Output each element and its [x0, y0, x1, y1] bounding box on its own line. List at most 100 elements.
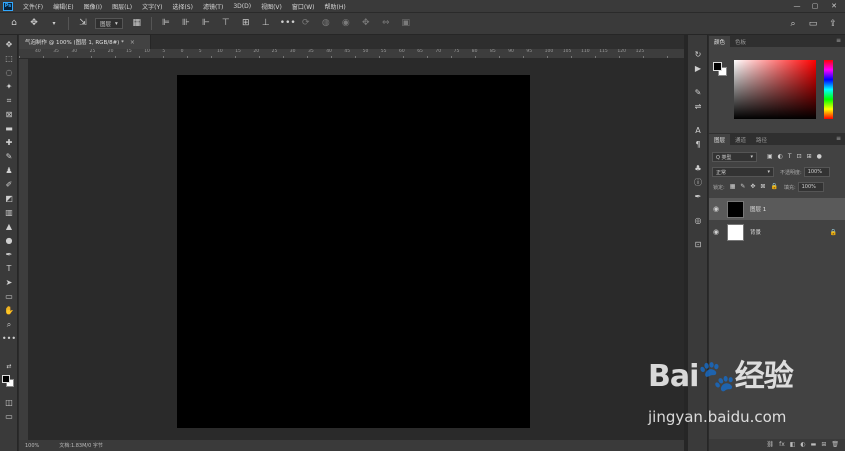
healing-brush-tool-icon[interactable]: ✚	[1, 137, 17, 149]
document-tab[interactable]: 气泡制作 @ 100% (图层 1, RGB/8#) * ×	[19, 35, 151, 49]
close-icon[interactable]: ×	[130, 39, 135, 46]
lock-position-icon[interactable]: ✥	[750, 184, 755, 190]
filter-shape-icon[interactable]: ⊡	[797, 154, 802, 160]
chevron-down-icon[interactable]: ▾	[48, 20, 60, 27]
tab-color[interactable]: 颜色	[709, 36, 731, 47]
hue-slider[interactable]	[824, 60, 833, 119]
zoom-level[interactable]: 100%	[25, 443, 39, 449]
share-icon[interactable]: ⇪	[827, 19, 839, 29]
blend-mode-dropdown[interactable]: 正常 ▾	[712, 167, 774, 177]
3d-roll-icon[interactable]: ◉	[340, 19, 352, 28]
ruler-horizontal[interactable]: 40 35 30 25 20 15 10 5 0 5 10 15 20 25 30 35 40 45 50 55 60 6…	[19, 49, 684, 59]
menu-view[interactable]: 视图(V)	[261, 2, 282, 11]
adjustments-icon[interactable]: ⇌	[690, 101, 706, 113]
menu-window[interactable]: 窗口(W)	[292, 2, 315, 11]
filter-toggle-icon[interactable]: ●	[817, 154, 822, 160]
navigator-icon[interactable]: ◎	[690, 215, 706, 227]
lock-all-icon[interactable]: 🔒	[770, 184, 777, 190]
type-tool-icon[interactable]: T	[1, 263, 17, 275]
filter-type-icon[interactable]: T	[788, 154, 792, 160]
menu-3d[interactable]: 3D(D)	[233, 3, 251, 10]
close-window-button[interactable]: ✕	[827, 0, 841, 12]
transform-controls-icon[interactable]: ▦	[131, 19, 143, 28]
layer-kind-filter[interactable]: Q 类型 ▾	[712, 152, 757, 162]
menu-select[interactable]: 选择(S)	[172, 2, 193, 11]
fill-field[interactable]: 100%	[797, 182, 824, 192]
blur-tool-icon[interactable]: ▲	[1, 221, 17, 233]
ruler-vertical[interactable]	[19, 59, 29, 440]
menu-edit[interactable]: 编辑(E)	[53, 2, 73, 11]
frame-tool-icon[interactable]: ⊠	[1, 109, 17, 121]
libraries-icon[interactable]: ♣	[690, 163, 706, 175]
clone-stamp-tool-icon[interactable]: ♟	[1, 165, 17, 177]
align-left-icon[interactable]: ⊫	[160, 19, 172, 28]
3d-orbit-icon[interactable]: ◍	[320, 19, 332, 28]
tab-swatches[interactable]: 色板	[730, 36, 751, 47]
eyedropper-tool-icon[interactable]: ▬	[1, 123, 17, 135]
lock-image-icon[interactable]: ✎	[740, 184, 745, 190]
adjustment-layer-icon[interactable]: ◐	[800, 442, 805, 448]
paths-icon[interactable]: ✒	[690, 191, 706, 203]
panel-menu-icon[interactable]: ≡	[836, 37, 841, 44]
menu-image[interactable]: 图像(I)	[84, 2, 102, 11]
add-mask-icon[interactable]: ◧	[790, 442, 796, 448]
foreground-color-swatch[interactable]	[2, 375, 10, 383]
filter-adjustment-icon[interactable]: ◐	[778, 154, 783, 160]
gradient-tool-icon[interactable]: ▥	[1, 207, 17, 219]
tab-channels[interactable]: 通道	[730, 134, 751, 145]
link-layers-icon[interactable]: ⛓	[766, 442, 774, 448]
eye-icon[interactable]: ◉	[709, 228, 723, 236]
swap-colors-icon[interactable]: ⇄	[1, 361, 17, 373]
color-field[interactable]	[734, 60, 816, 119]
brush-settings-icon[interactable]: ✎	[690, 87, 706, 99]
3d-slide-icon[interactable]: ⇔	[380, 19, 392, 28]
actions-play-icon[interactable]: ▶	[690, 63, 706, 75]
quick-mask-icon[interactable]: ◫	[1, 397, 17, 409]
align-center-icon[interactable]: ⊪	[180, 19, 192, 28]
eye-icon[interactable]: ◉	[709, 205, 723, 213]
properties-icon[interactable]: ⊡	[690, 239, 706, 251]
crop-tool-icon[interactable]: ⌗	[1, 95, 17, 107]
3d-mode-icon[interactable]: ⟳	[300, 19, 312, 28]
character-icon[interactable]: A	[690, 125, 706, 137]
history-icon[interactable]: ↻	[690, 49, 706, 61]
more-options-icon[interactable]: •••	[280, 19, 296, 28]
menu-help[interactable]: 帮助(H)	[325, 2, 346, 11]
paragraph-icon[interactable]: ¶	[690, 139, 706, 151]
dodge-tool-icon[interactable]: ●	[1, 235, 17, 247]
3d-scale-icon[interactable]: ▣	[400, 19, 412, 28]
align-right-icon[interactable]: ⊩	[200, 19, 212, 28]
align-top-icon[interactable]: ⊤	[220, 19, 232, 28]
layer-row[interactable]: ◉ 图层 1	[709, 198, 845, 220]
pen-tool-icon[interactable]: ✒	[1, 249, 17, 261]
menu-filter[interactable]: 滤镜(T)	[203, 2, 223, 11]
hand-tool-icon[interactable]: ✋	[1, 305, 17, 317]
filter-pixel-icon[interactable]: ▣	[767, 154, 773, 160]
layer-row[interactable]: ◉ 背景 🔒	[709, 221, 845, 243]
magic-wand-tool-icon[interactable]: ✦	[1, 81, 17, 93]
layer-name[interactable]: 背景	[750, 228, 761, 236]
align-bottom-icon[interactable]: ⊥	[260, 19, 272, 28]
filter-smart-object-icon[interactable]: ⊞	[807, 154, 812, 160]
info-icon[interactable]: ⓘ	[690, 177, 706, 189]
screen-mode-icon[interactable]: ▭	[1, 411, 17, 423]
canvas-workspace[interactable]	[29, 59, 684, 440]
rectangle-tool-icon[interactable]: ▭	[1, 291, 17, 303]
trash-icon[interactable]: 🗑	[831, 442, 839, 448]
path-selection-tool-icon[interactable]: ➤	[1, 277, 17, 289]
document-info[interactable]: 文档:1.83M/0 字节	[59, 442, 103, 449]
lasso-tool-icon[interactable]: ◌	[1, 67, 17, 79]
lock-transparent-icon[interactable]: ▦	[730, 184, 736, 190]
home-icon[interactable]: ⌂	[8, 19, 20, 28]
menu-layer[interactable]: 图层(L)	[112, 2, 132, 11]
marquee-tool-icon[interactable]: ⬚	[1, 53, 17, 65]
search-icon[interactable]: ⌕	[787, 19, 799, 29]
tab-layers[interactable]: 图层	[709, 134, 731, 145]
maximize-button[interactable]: ▢	[808, 0, 822, 12]
new-group-icon[interactable]: ▬	[811, 442, 817, 448]
document-canvas[interactable]	[177, 75, 530, 428]
menu-type[interactable]: 文字(Y)	[142, 2, 162, 11]
more-tools-icon[interactable]: •••	[1, 333, 17, 345]
foreground-color-swatch[interactable]	[713, 62, 722, 71]
auto-select-icon[interactable]: ⇲	[77, 19, 89, 28]
